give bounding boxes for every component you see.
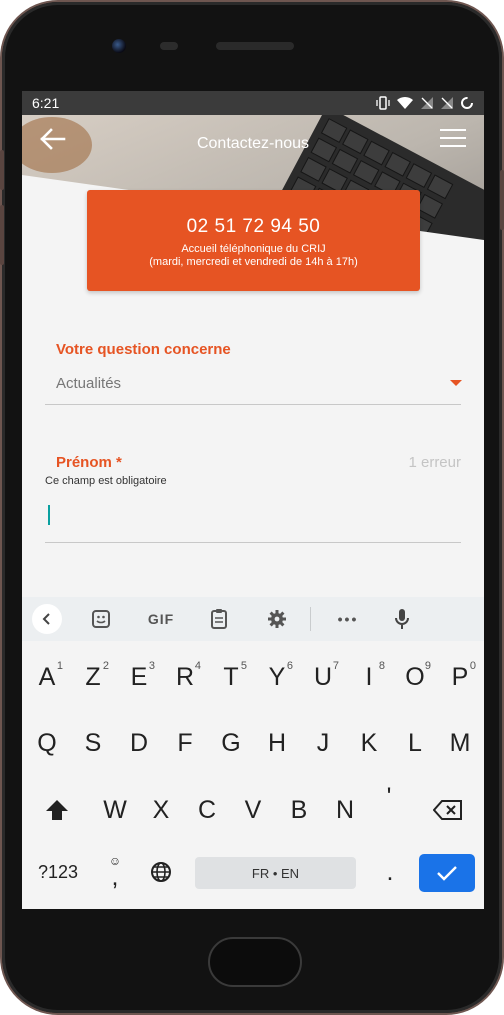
phone-number[interactable]: 02 51 72 94 50 — [87, 216, 420, 238]
earpiece-speaker — [216, 42, 294, 50]
voice-input-button[interactable] — [379, 601, 425, 637]
proximity-sensor — [160, 42, 178, 50]
key-n[interactable]: N — [324, 784, 366, 836]
key-x[interactable]: X — [140, 784, 182, 836]
question-label: Votre question concerne — [56, 341, 231, 358]
header-banner: Contactez-nous 02 51 72 94 50 Accueil té… — [22, 115, 484, 305]
collapse-toolbar-button[interactable] — [32, 604, 62, 634]
phone-hours-line1: Accueil téléphonique du CRIJ — [181, 243, 326, 255]
key-p[interactable]: P0 — [439, 651, 481, 703]
status-time: 6:21 — [32, 95, 60, 111]
key-k[interactable]: K — [348, 717, 390, 769]
key-l[interactable]: L — [394, 717, 436, 769]
keyboard-toolbar: GIF ••• — [22, 597, 484, 641]
backspace-key[interactable] — [427, 784, 469, 836]
vibrate-icon — [376, 96, 390, 110]
home-button[interactable] — [208, 937, 302, 987]
key-r[interactable]: R4 — [164, 651, 206, 703]
shift-key[interactable] — [36, 784, 78, 836]
gear-icon — [268, 610, 286, 628]
key-b[interactable]: B — [278, 784, 320, 836]
key-m[interactable]: M — [439, 717, 481, 769]
status-bar: 6:21 — [22, 91, 484, 115]
firstname-input[interactable] — [45, 542, 461, 543]
menu-button[interactable] — [440, 129, 466, 151]
settings-button[interactable] — [254, 601, 300, 637]
key-q[interactable]: Q — [26, 717, 68, 769]
contact-phone-card[interactable]: 02 51 72 94 50 Accueil téléphonique du C… — [87, 190, 420, 291]
error-count: 1 erreur — [408, 454, 461, 471]
chevron-down-icon[interactable] — [450, 380, 462, 386]
page-title: Contactez-nous — [196, 135, 310, 152]
key-u[interactable]: U7 — [302, 651, 344, 703]
key-z[interactable]: Z2 — [72, 651, 114, 703]
period-key[interactable]: . — [369, 846, 411, 898]
key-apostrophe[interactable]: ' — [368, 771, 410, 823]
shift-icon — [46, 800, 68, 820]
gif-button[interactable]: GIF — [138, 601, 184, 637]
hamburger-icon — [440, 129, 466, 131]
error-message: Ce champ est obligatoire — [45, 475, 167, 487]
globe-icon — [151, 862, 171, 882]
contact-form: Votre question concerne Actualités Préno… — [22, 305, 484, 597]
sticker-icon — [92, 610, 110, 628]
checkmark-icon — [437, 866, 457, 881]
key-a[interactable]: A1 — [26, 651, 68, 703]
key-t[interactable]: T5 — [210, 651, 252, 703]
enter-key[interactable] — [419, 854, 475, 892]
key-g[interactable]: G — [210, 717, 252, 769]
key-e[interactable]: E3 — [118, 651, 160, 703]
no-signal-icon — [441, 97, 453, 109]
front-camera — [112, 39, 126, 53]
clipboard-button[interactable] — [196, 601, 242, 637]
space-key[interactable]: FR • EN — [195, 857, 356, 889]
chevron-left-icon — [42, 613, 50, 625]
question-select[interactable]: Actualités — [56, 375, 121, 392]
emoji-comma-key[interactable]: ☺ , — [94, 846, 136, 898]
key-j[interactable]: J — [302, 717, 344, 769]
key-v[interactable]: V — [232, 784, 274, 836]
phone-hours-line2: (mardi, mercredi et vendredi de 14h à 17… — [149, 256, 358, 268]
key-c[interactable]: C — [186, 784, 228, 836]
power-button[interactable] — [500, 170, 504, 230]
more-options-button[interactable]: ••• — [325, 601, 371, 637]
sticker-button[interactable] — [78, 601, 124, 637]
key-s[interactable]: S — [72, 717, 114, 769]
emoji-icon: ☺ — [108, 854, 122, 868]
volume-button[interactable] — [0, 150, 4, 190]
firstname-input-caret[interactable] — [48, 505, 50, 525]
key-h[interactable]: H — [256, 717, 298, 769]
clipboard-icon — [211, 609, 227, 629]
firstname-label: Prénom * — [56, 454, 122, 471]
soft-keyboard: A1 Z2 E3 R4 T5 Y6 U7 I8 O9 P0 Q S D F G … — [22, 641, 484, 909]
no-signal-icon — [421, 97, 433, 109]
key-y[interactable]: Y6 — [256, 651, 298, 703]
key-d[interactable]: D — [118, 717, 160, 769]
backspace-icon — [433, 800, 462, 820]
toolbar-divider — [310, 607, 311, 631]
key-w[interactable]: W — [94, 784, 136, 836]
key-f[interactable]: F — [164, 717, 206, 769]
question-underline — [45, 404, 461, 405]
app-screen: 6:21 Contactez-nous 02 51 72 94 50 Accue… — [22, 91, 484, 909]
key-o[interactable]: O9 — [394, 651, 436, 703]
language-key[interactable] — [140, 846, 182, 898]
wifi-icon — [397, 96, 413, 109]
battery-charging-icon — [461, 97, 473, 109]
microphone-icon — [395, 609, 409, 629]
key-i[interactable]: I8 — [348, 651, 390, 703]
symbols-key[interactable]: ?123 — [32, 846, 84, 898]
volume-button[interactable] — [0, 205, 4, 265]
